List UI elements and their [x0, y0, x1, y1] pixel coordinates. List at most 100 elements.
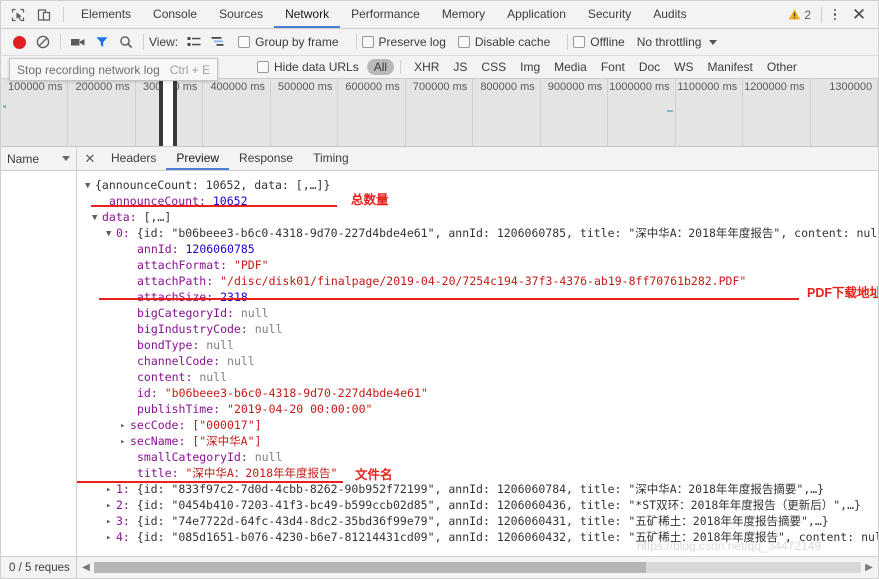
filter-chip-ws[interactable]: WS [667, 59, 700, 75]
expand-triangle-icon[interactable]: ▼ [92, 210, 102, 226]
throttling-select[interactable]: No throttling [637, 35, 718, 49]
timeline-tick-label: 1100000 ms [677, 81, 738, 93]
device-toolbar-icon[interactable] [31, 1, 57, 28]
network-main: Name ✕ Headers Preview Response Timing ▼… [1, 147, 878, 556]
list-view-icon[interactable] [182, 31, 206, 53]
json-value-title: "深中华A：2018年年度报告" [185, 466, 338, 480]
json-row-data[interactable]: ▼ data: [,…] [85, 209, 878, 225]
json-row-item-1[interactable]: ▸ 1: {id: "833f97c2-7d0d-4cbb-8262-90b952… [85, 481, 878, 497]
timeline-tick-label: 500000 ms [277, 81, 333, 93]
camera-icon[interactable] [66, 31, 90, 53]
tab-headers[interactable]: Headers [101, 147, 166, 170]
detail-close-icon[interactable]: ✕ [79, 147, 101, 170]
json-row-seccode[interactable]: ▸ secCode: ["000017"] [85, 417, 878, 433]
hide-data-urls-checkbox[interactable] [257, 61, 269, 73]
timeline-overview[interactable]: 100000 ms 200000 ms 300000 ms 400000 ms … [1, 79, 878, 147]
tab-memory[interactable]: Memory [431, 1, 496, 28]
timeline-tick-label: 1000000 ms [609, 81, 670, 93]
timeline-tick-label: 100000 ms [8, 81, 63, 93]
group-by-frame-row[interactable]: Group by frame [238, 35, 339, 49]
tab-performance[interactable]: Performance [340, 1, 431, 28]
expand-triangle-icon[interactable]: ▸ [106, 514, 116, 530]
filter-chip-other[interactable]: Other [760, 59, 804, 75]
json-root-text: {announceCount: 10652, data: [,…]} [95, 178, 331, 192]
filter-icon[interactable] [90, 31, 114, 53]
tab-timing[interactable]: Timing [303, 147, 359, 170]
tab-application[interactable]: Application [496, 1, 577, 28]
filter-chip-js[interactable]: JS [446, 59, 474, 75]
tab-sources[interactable]: Sources [208, 1, 274, 28]
request-list-body[interactable] [1, 171, 76, 556]
scrollbar-track[interactable] [94, 562, 861, 573]
sort-caret-icon[interactable] [62, 156, 70, 161]
filter-chip-xhr[interactable]: XHR [407, 59, 446, 75]
tabbar-divider [63, 7, 64, 22]
preserve-log-row[interactable]: Preserve log [361, 35, 446, 49]
filter-chip-all[interactable]: All [366, 59, 395, 75]
json-row-item-3[interactable]: ▸ 3: {id: "74e7722d-64fc-43d4-8dc2-35bd36… [85, 513, 878, 529]
annotation-total-count: 总数量 [351, 193, 389, 207]
scroll-right-icon[interactable]: ▶ [862, 562, 876, 573]
json-value-channelcode: null [227, 354, 255, 368]
json-row-root[interactable]: ▼ {announceCount: 10652, data: [,…]} [85, 177, 878, 193]
json-preview[interactable]: ▼{announceCount: 10652, data: [,…]} ▸ann… [77, 171, 878, 556]
json-row-item-0[interactable]: ▼ 0: {id: "b06beee3-b6c0-4318-9d70-227d4b… [85, 225, 878, 241]
tab-security[interactable]: Security [577, 1, 642, 28]
preserve-log-checkbox[interactable] [361, 36, 374, 48]
expand-triangle-icon[interactable]: ▸ [106, 498, 116, 514]
json-item-3-body: {id: "74e7722d-64fc-43d4-8dc2-35bd36f99e… [136, 514, 829, 528]
filter-chip-doc[interactable]: Doc [632, 59, 667, 75]
devtools-tabbar: Elements Console Sources Network Perform… [1, 1, 878, 29]
request-list-header[interactable]: Name [1, 147, 76, 171]
record-button[interactable] [7, 31, 31, 53]
filter-chip-font[interactable]: Font [594, 59, 632, 75]
tab-console[interactable]: Console [142, 1, 208, 28]
json-row-annid: ▸annId: 1206060785 [85, 241, 878, 257]
scroll-left-icon[interactable]: ◀ [79, 562, 93, 573]
filter-chip-media[interactable]: Media [547, 59, 594, 75]
timeline-handle-right[interactable] [173, 79, 177, 146]
kebab-menu-icon[interactable] [826, 8, 844, 21]
warning-triangle-icon [789, 9, 801, 20]
offline-row[interactable]: Offline [573, 35, 625, 49]
expand-triangle-icon[interactable]: ▸ [120, 434, 130, 450]
disable-cache-row[interactable]: Disable cache [457, 35, 550, 49]
expand-triangle-icon[interactable]: ▼ [106, 226, 116, 242]
json-row-secname[interactable]: ▸ secName: ["深中华A"] [85, 433, 878, 449]
waterfall-view-icon[interactable] [206, 31, 230, 53]
offline-checkbox[interactable] [573, 36, 586, 48]
timeline-handle-left[interactable] [159, 79, 163, 146]
timeline-tick-label: 1300000 [829, 81, 873, 93]
request-detail-panel: ✕ Headers Preview Response Timing ▼ {anno… [77, 147, 878, 556]
tabbar-right-controls: 2 ✕ [782, 1, 878, 28]
expand-triangle-icon[interactable]: ▼ [85, 178, 95, 194]
disable-cache-checkbox[interactable] [457, 36, 470, 48]
json-index-4: 4: [116, 530, 130, 544]
json-value-bondtype: null [206, 338, 234, 352]
expand-triangle-icon[interactable]: ▸ [106, 530, 116, 546]
hide-data-urls-row[interactable]: Hide data URLs [257, 60, 359, 74]
filter-chip-manifest[interactable]: Manifest [701, 59, 760, 75]
chevron-down-icon [709, 39, 718, 45]
filter-chip-img[interactable]: Img [513, 59, 547, 75]
group-by-frame-checkbox[interactable] [238, 36, 251, 48]
tab-audits[interactable]: Audits [642, 1, 697, 28]
scrollbar-thumb[interactable] [94, 562, 647, 573]
inspect-element-icon[interactable] [5, 1, 31, 28]
tab-elements[interactable]: Elements [70, 1, 142, 28]
close-icon[interactable]: ✕ [848, 4, 870, 26]
json-value-bigcategoryid: null [240, 306, 269, 320]
tab-response[interactable]: Response [229, 147, 303, 170]
clear-button[interactable] [31, 31, 55, 53]
json-row-channelcode: ▸channelCode: null [85, 353, 878, 369]
tab-network[interactable]: Network [274, 1, 341, 28]
expand-triangle-icon[interactable]: ▸ [120, 418, 130, 434]
warning-badge[interactable]: 2 [782, 8, 817, 22]
tab-preview[interactable]: Preview [166, 147, 230, 170]
expand-triangle-icon[interactable]: ▸ [106, 482, 116, 498]
timeline-tick-label: 400000 ms [210, 81, 265, 93]
search-icon[interactable] [114, 31, 138, 53]
json-row-item-2[interactable]: ▸ 2: {id: "0454b410-7203-41f3-bc49-b599cc… [85, 497, 878, 513]
horizontal-scrollbar[interactable]: ◀ ▶ [77, 557, 878, 578]
filter-chip-css[interactable]: CSS [474, 59, 513, 75]
